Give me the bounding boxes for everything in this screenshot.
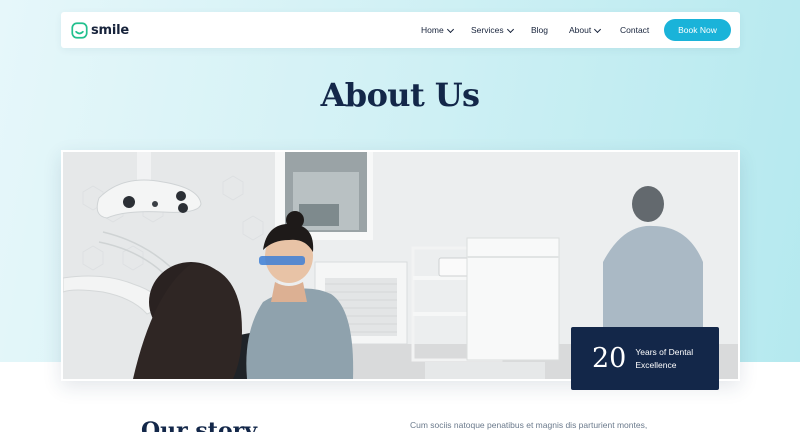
nav-item-home[interactable]: Home: [421, 23, 454, 37]
nav-label: About: [569, 25, 592, 35]
smile-face-icon: [71, 21, 88, 39]
nav-item-about[interactable]: About: [569, 23, 602, 37]
book-now-button[interactable]: Book Now: [664, 19, 731, 41]
nav-item-blog[interactable]: Blog: [531, 23, 548, 37]
nav-label: Contact: [620, 25, 650, 35]
page-title: About Us: [320, 76, 480, 114]
navbar: smile Home Services Blog About Contact B…: [61, 12, 740, 48]
nav-label: Services: [471, 25, 504, 35]
chevron-down-icon: [446, 25, 454, 33]
years-label: Years of Dental Excellence: [635, 347, 694, 370]
experience-badge: 20 Years of Dental Excellence: [571, 327, 719, 390]
nav-item-services[interactable]: Services: [471, 23, 514, 37]
brand-name: smile: [91, 22, 130, 38]
nav-label: Home: [421, 25, 444, 35]
chevron-down-icon: [506, 25, 514, 33]
chevron-down-icon: [594, 25, 602, 33]
brand-logo[interactable]: smile: [71, 21, 129, 39]
story-heading: Our story: [141, 418, 258, 432]
years-number: 20: [592, 343, 627, 374]
story-text: Cum sociis natoque penatibus et magnis d…: [410, 420, 648, 430]
nav-item-contact[interactable]: Contact: [620, 23, 649, 37]
nav-label: Blog: [531, 25, 549, 35]
